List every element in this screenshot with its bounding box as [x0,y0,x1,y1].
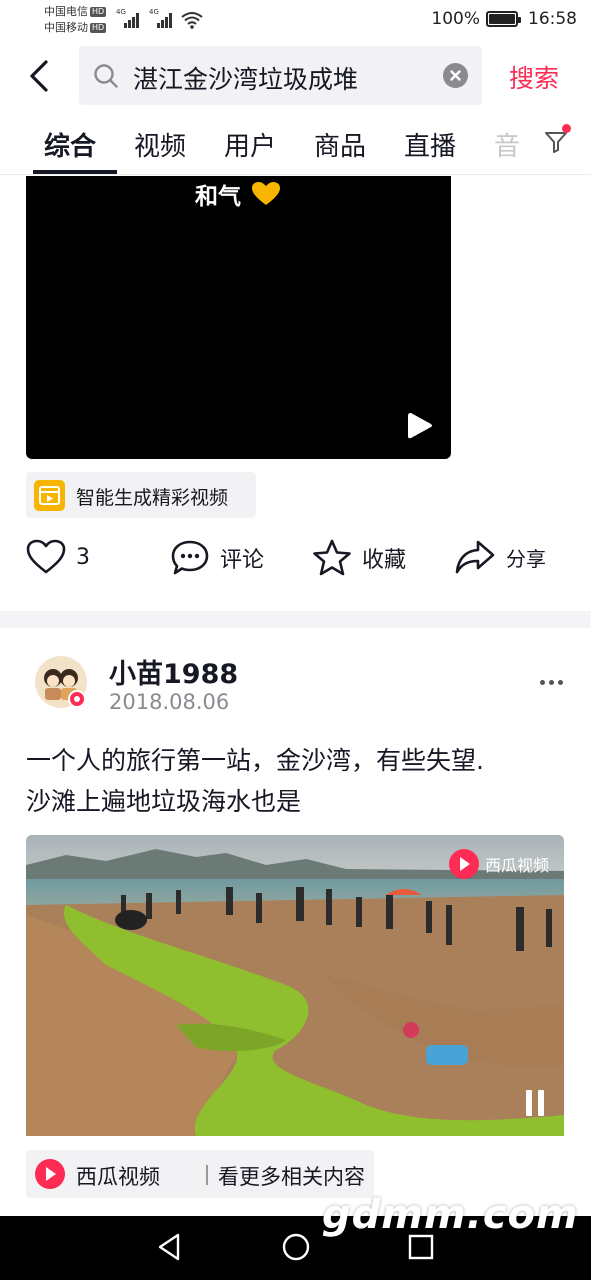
clapperboard-icon [34,480,65,511]
tab-music[interactable]: 音 [494,126,520,163]
xigua-logo-icon [448,849,479,879]
see-more-label: 看更多相关内容 [218,1165,365,1189]
comment-label: 评论 [220,548,265,573]
beach-scene-image [26,835,564,1136]
star-icon [313,539,351,576]
result-tabs: 综合 视频 用户 商品 直播 音 [0,112,591,175]
video-player-1[interactable]: 和气 [26,176,451,459]
tab-video[interactable]: 视频 [134,126,186,163]
smart-video-label: 智能生成精彩视频 [76,487,229,509]
clear-search-icon[interactable] [443,63,468,88]
comment-button[interactable]: 评论 [170,539,264,577]
xigua-source-chip[interactable]: 西瓜视频 看更多相关内容 [26,1150,374,1198]
play-icon[interactable] [407,411,433,441]
like-count: 3 [76,544,90,570]
network-type-2: 4G [149,8,159,16]
notification-dot [562,124,571,133]
section-divider [0,611,591,628]
signal-icon: 4G [149,8,175,28]
hd-badge: HD [90,23,107,33]
battery-percent: 100% [431,9,480,29]
battery-icon [486,11,521,27]
carrier-1: 中国电信 [44,5,88,18]
share-arrow-icon [455,540,495,574]
tab-live[interactable]: 直播 [404,126,456,163]
post-username[interactable]: 小苗1988 [109,652,238,691]
search-input[interactable]: 湛江金沙湾垃圾成堆 [133,60,358,96]
more-options-icon[interactable] [540,680,563,685]
hd-badge: HD [90,7,107,17]
clock: 16:58 [528,9,577,29]
search-icon [94,64,118,88]
back-arrow-icon[interactable] [26,58,54,94]
nav-back-icon[interactable] [156,1232,182,1262]
share-button[interactable]: 分享 [454,539,546,575]
favorite-label: 收藏 [362,548,407,573]
nav-home-icon[interactable] [281,1232,311,1262]
heart-icon [26,539,66,574]
video-player-2[interactable]: 西瓜视频 [26,835,564,1136]
active-tab-indicator [33,170,117,174]
xigua-watermark-text: 西瓜视频 [484,856,549,875]
network-type-1: 4G [116,8,126,16]
xigua-watermark: 西瓜视频 [448,849,549,879]
favorite-button[interactable]: 收藏 [312,539,406,577]
status-bar: 中国电信 HD 中国移动 HD 4G 4G 100% 16:58 [0,0,591,42]
share-label: 分享 [506,546,546,571]
action-bar: 3 评论 收藏 分享 [0,535,591,583]
search-button[interactable]: 搜索 [509,59,559,95]
wifi-icon [181,12,203,29]
pause-icon[interactable] [526,1090,544,1116]
smart-video-chip[interactable]: 智能生成精彩视频 [26,472,256,518]
signal-icon: 4G [116,8,142,28]
carrier-info: 中国电信 HD 中国移动 HD [44,4,107,36]
yellow-heart-icon [252,182,280,205]
status-right: 100% 16:58 [431,9,577,29]
search-header: 湛江金沙湾垃圾成堆 搜索 [0,46,591,106]
source-name: 西瓜视频 [76,1165,160,1189]
carrier-2: 中国移动 [44,21,88,34]
live-badge-icon [68,690,86,708]
filter-button[interactable] [544,124,571,158]
filter-icon [545,132,567,153]
xigua-logo-icon [35,1159,65,1189]
comment-icon [171,540,209,575]
post-text-line-1: 一个人的旅行第一站，金沙湾，有些失望. [26,746,484,775]
tab-users[interactable]: 用户 [224,126,276,163]
like-button[interactable]: 3 [26,539,90,575]
post-text-line-2: 沙滩上遍地垃圾海水也是 [26,787,302,816]
search-box[interactable]: 湛江金沙湾垃圾成堆 [79,46,482,105]
post-text[interactable]: 一个人的旅行第一站，金沙湾，有些失望. 沙滩上遍地垃圾海水也是 [26,740,566,822]
tab-comprehensive[interactable]: 综合 [44,126,96,163]
post-date: 2018.08.06 [109,690,230,714]
chip-separator [206,1165,208,1185]
video-caption: 和气 [195,184,241,210]
site-watermark: gdmm.com [322,1192,579,1238]
tab-products[interactable]: 商品 [314,126,366,163]
